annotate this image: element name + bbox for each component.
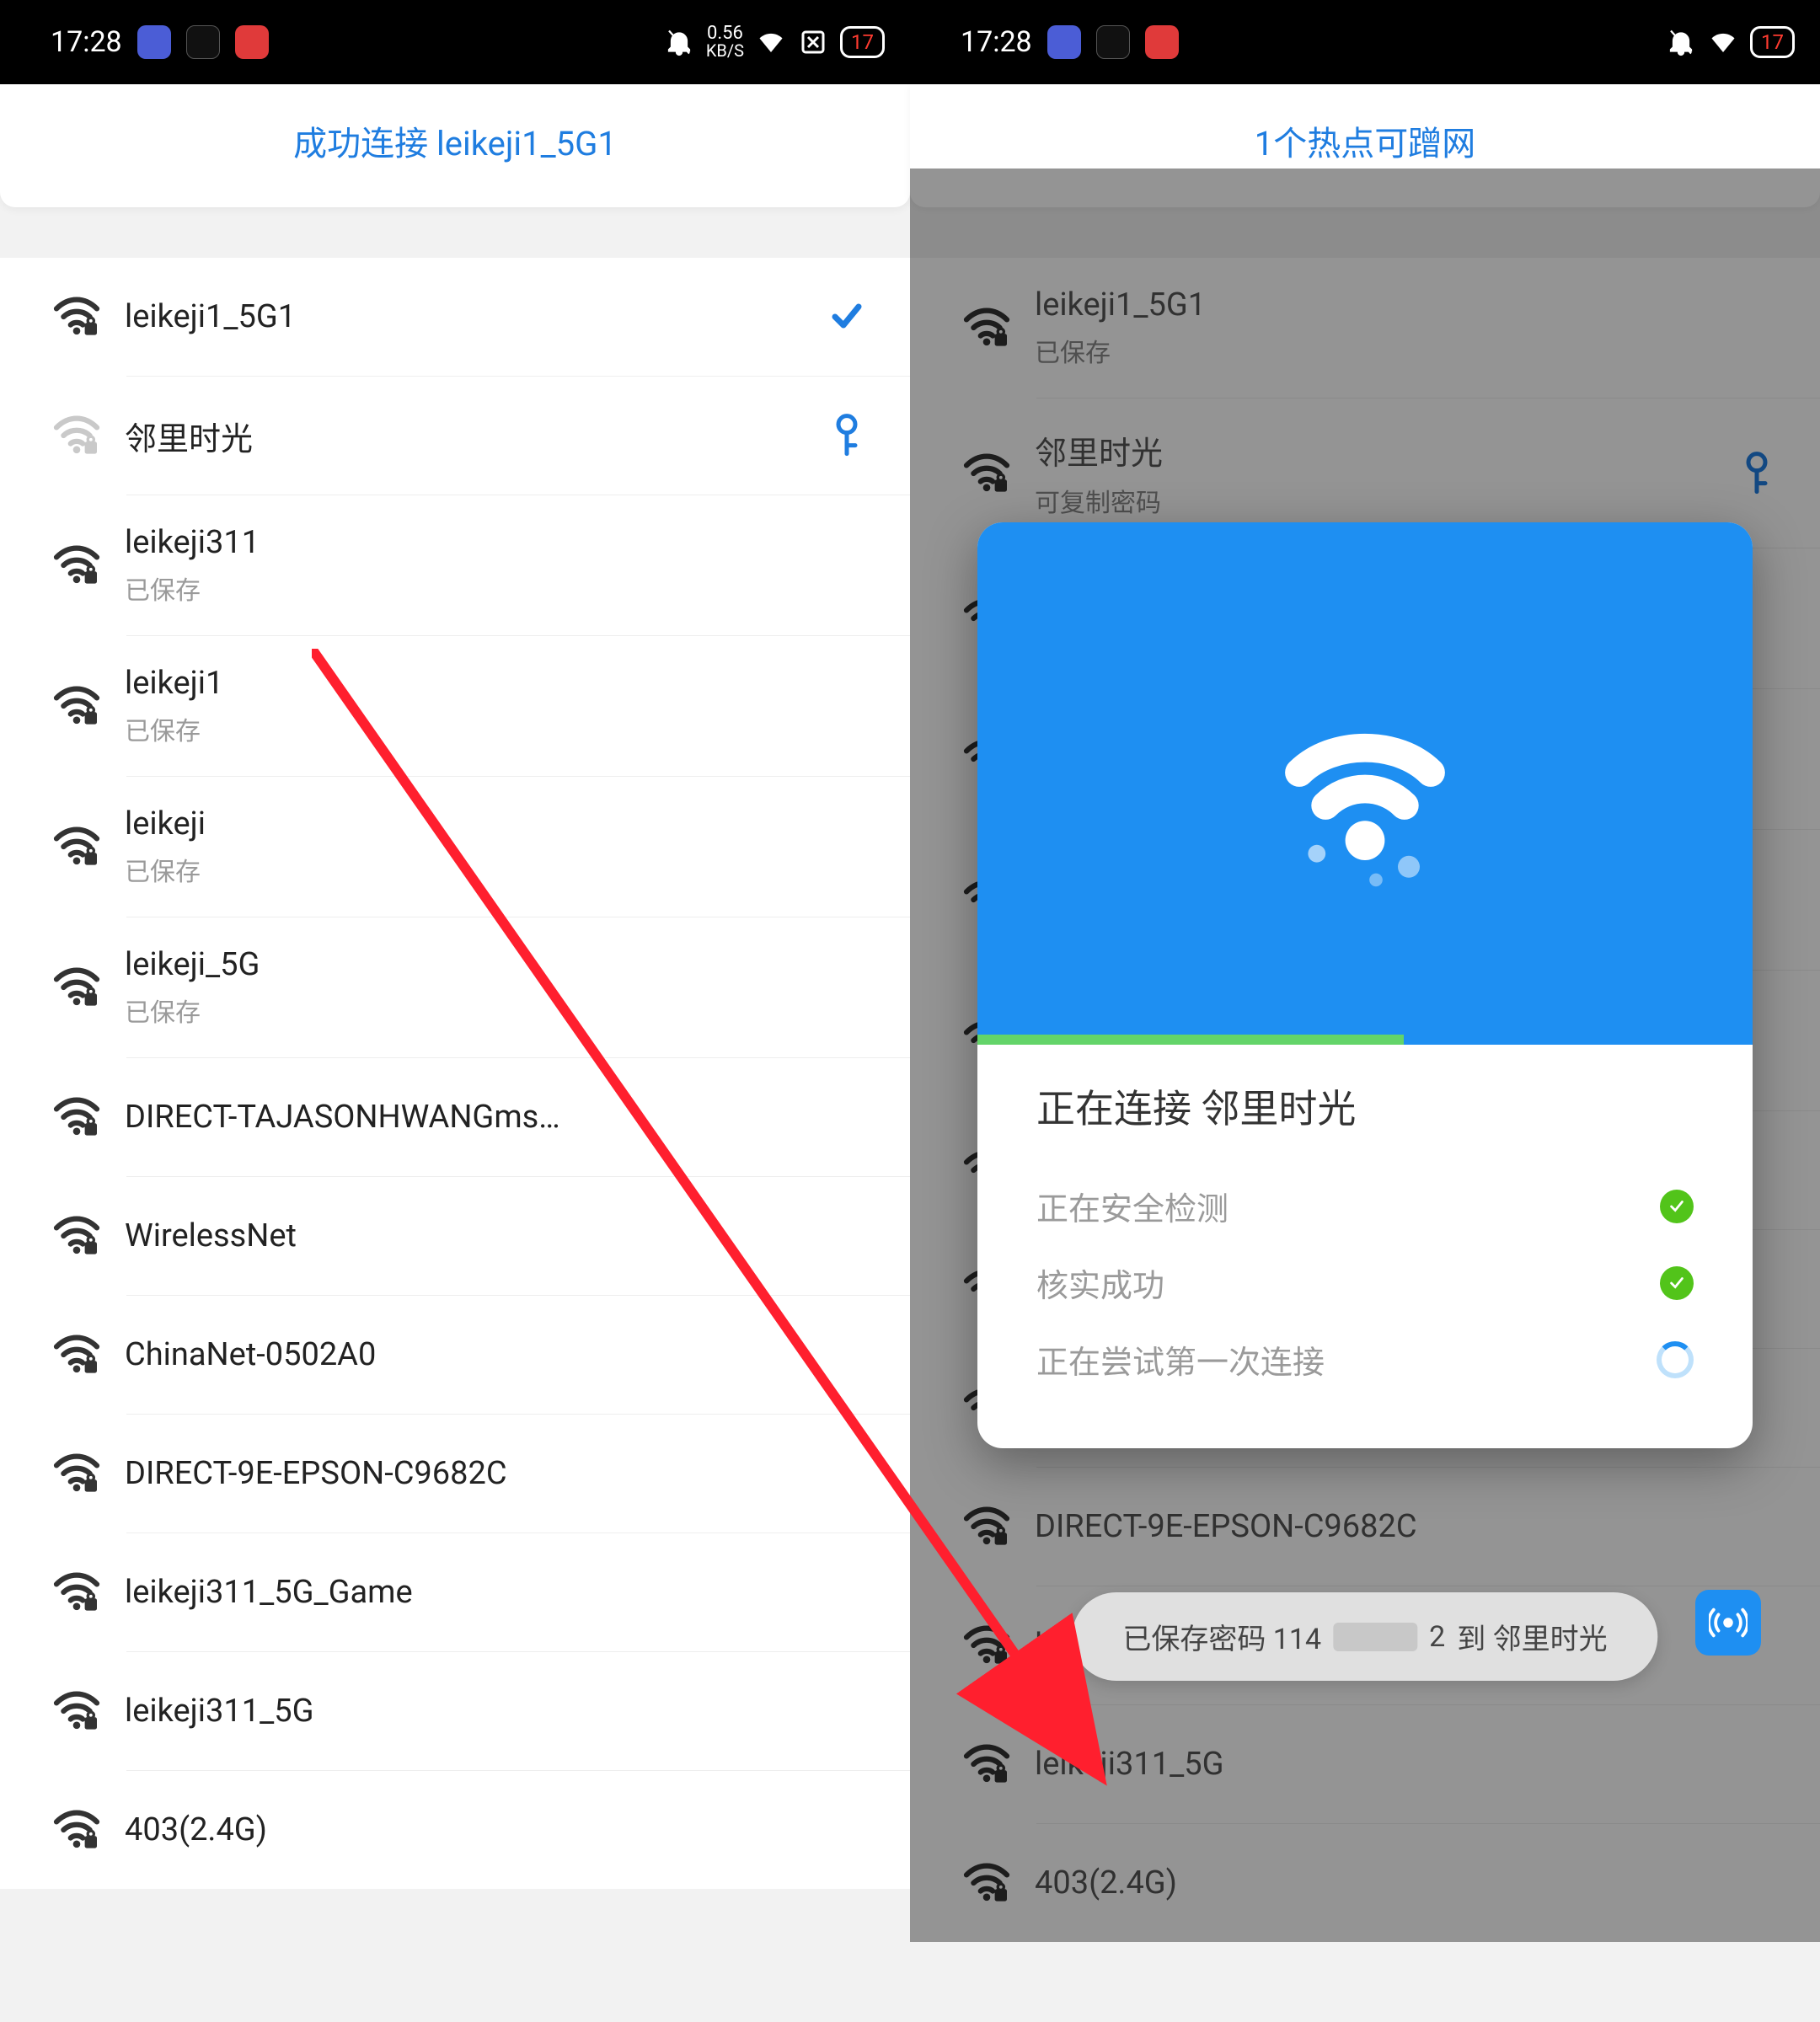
wifi-item[interactable]: leikeji311 已保存 [0, 495, 910, 635]
app-chip-icon [1145, 25, 1179, 59]
wifi-signal-icon [39, 545, 115, 586]
wifi-name: leikeji311 [125, 524, 817, 561]
left-screenshot: 17:28 0.56 KB/S 17 成功连接 leikeji1_5G1 [0, 0, 910, 2022]
wifi-subtitle: 已保存 [125, 570, 817, 607]
wifi-signal-icon [39, 1810, 115, 1850]
dialog-step: 正在安全检测 [1036, 1168, 1694, 1244]
connecting-dialog: 正在连接 邻里时光 正在安全检测 核实成功 [977, 522, 1753, 1448]
wifi-name: WirelessNet [125, 1217, 817, 1254]
wifi-item[interactable]: leikeji 已保存 [0, 777, 910, 917]
dialog-step: 正在尝试第一次连接 [1036, 1321, 1694, 1398]
battery-indicator: 17 [1750, 26, 1795, 58]
broadcast-fab-button[interactable] [1695, 1590, 1761, 1656]
password-saved-toast: 已保存密码 1142 到 邻里时光 [1072, 1592, 1657, 1681]
connection-success-banner: 成功连接 leikeji1_5G1 [0, 84, 910, 207]
wifi-list[interactable]: leikeji1_5G1 邻里时光 leikeji311 已保存 [0, 258, 910, 1889]
wifi-signal-icon [39, 826, 115, 867]
wifi-signal-icon [39, 1097, 115, 1137]
wifi-signal-icon [39, 967, 115, 1008]
no-sim-icon [798, 27, 828, 57]
dialog-title: 正在连接 邻里时光 [1036, 1078, 1694, 1134]
dialog-step: 核实成功 [1036, 1244, 1694, 1321]
wifi-signal-icon [39, 1572, 115, 1613]
wifi-name: 403(2.4G) [125, 1811, 817, 1848]
app-chip-icon [1047, 25, 1081, 59]
right-screenshot: 17:28 17 1个热点可蹭网 leikeji1_5G1 已保存 [910, 0, 1820, 2022]
wifi-item[interactable]: leikeji311_5G [0, 1652, 910, 1770]
wifi-status-icon [1708, 27, 1738, 57]
wifi-action-icon[interactable] [817, 297, 876, 337]
wifi-name: 邻里时光 [125, 413, 817, 459]
wifi-item[interactable]: leikeji1_5G1 [0, 258, 910, 376]
status-bar: 17:28 0.56 KB/S 17 [0, 0, 910, 84]
loading-spinner-icon [1657, 1341, 1694, 1378]
wifi-item[interactable]: 403(2.4G) [0, 1771, 910, 1889]
wifi-item[interactable]: 邻里时光 [0, 377, 910, 495]
status-time: 17:28 [961, 25, 1032, 59]
mute-bell-icon [1666, 27, 1696, 57]
wifi-action-icon[interactable] [817, 414, 876, 457]
wifi-subtitle: 已保存 [125, 851, 817, 888]
wifi-name: leikeji1 [125, 665, 817, 702]
wifi-name: leikeji311_5G_Game [125, 1574, 817, 1611]
dialog-progress-bar [977, 1035, 1404, 1045]
wifi-item[interactable]: WirelessNet [0, 1177, 910, 1295]
status-time: 17:28 [51, 25, 122, 59]
wifi-status-icon [756, 27, 786, 57]
wifi-signal-icon [39, 1453, 115, 1494]
wifi-signal-icon [39, 686, 115, 726]
wifi-signal-icon [39, 1335, 115, 1375]
check-ok-icon [1660, 1190, 1694, 1223]
broadcast-icon [1709, 1603, 1748, 1642]
wifi-name: ChinaNet-0502A0 [125, 1336, 817, 1373]
wifi-subtitle: 已保存 [125, 992, 817, 1029]
wifi-item[interactable]: leikeji311_5G_Game [0, 1533, 910, 1651]
network-speed: 0.56 KB/S [706, 25, 744, 59]
app-chip-icon [1096, 25, 1130, 59]
wifi-item[interactable]: DIRECT-TAJASONHWANGms… [0, 1058, 910, 1176]
wifi-signal-icon [39, 415, 115, 456]
wifi-item[interactable]: DIRECT-9E-EPSON-C9682C [0, 1415, 910, 1533]
dialog-hero [977, 522, 1753, 1045]
app-chip-icon [137, 25, 171, 59]
wifi-signal-icon [39, 1691, 115, 1731]
wifi-item[interactable]: leikeji_5G 已保存 [0, 917, 910, 1057]
wifi-name: leikeji1_5G1 [125, 298, 817, 335]
password-mask [1333, 1623, 1417, 1651]
wifi-name: leikeji311_5G [125, 1693, 817, 1730]
check-ok-icon [1660, 1266, 1694, 1300]
wifi-subtitle: 已保存 [125, 710, 817, 747]
wifi-hero-icon [1255, 674, 1475, 893]
wifi-name: leikeji_5G [125, 946, 817, 983]
wifi-item[interactable]: leikeji1 已保存 [0, 636, 910, 776]
wifi-signal-icon [39, 297, 115, 337]
app-chip-icon [186, 25, 220, 59]
wifi-item[interactable]: ChinaNet-0502A0 [0, 1296, 910, 1414]
status-bar: 17:28 17 [910, 0, 1820, 84]
wifi-name: leikeji [125, 805, 817, 842]
wifi-name: DIRECT-9E-EPSON-C9682C [125, 1455, 817, 1492]
app-chip-icon [235, 25, 269, 59]
battery-indicator: 17 [840, 26, 885, 58]
wifi-name: DIRECT-TAJASONHWANGms… [125, 1099, 817, 1136]
wifi-signal-icon [39, 1216, 115, 1256]
mute-bell-icon [664, 27, 694, 57]
